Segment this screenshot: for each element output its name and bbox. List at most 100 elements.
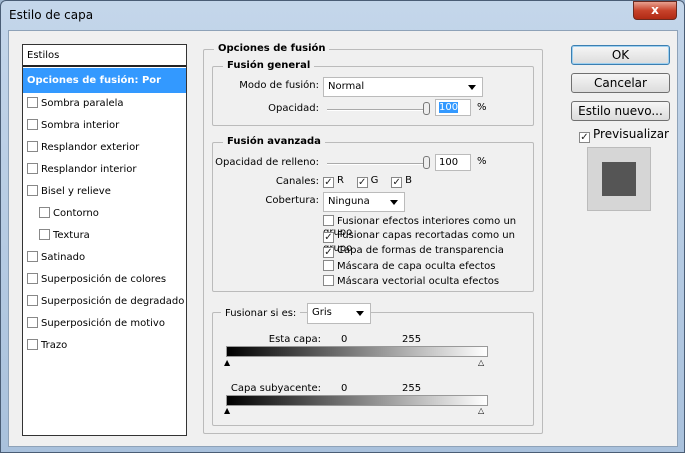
style-item-label: Sombra interior [41,120,120,131]
underlying-max: 255 [402,383,422,394]
cancel-button[interactable]: Cancelar [571,73,670,93]
channel-r-checkbox[interactable]: ✓ R [323,175,344,188]
style-item-label: Resplandor exterior [41,142,140,153]
style-item[interactable]: Trazo [23,335,186,357]
opacity-percent: % [477,102,487,113]
style-item[interactable]: Resplandor exterior [23,137,186,159]
new-style-button[interactable]: Estilo nuevo... [571,101,670,121]
this-layer-gradient [226,346,488,357]
underlying-white-slider[interactable]: △ [478,407,484,415]
this-layer-black-slider[interactable]: ▲ [224,359,230,367]
opacity-slider[interactable] [327,109,429,111]
style-item-label: Contorno [53,208,99,219]
knockout-label: Cobertura: [265,195,319,206]
style-item[interactable]: Superposición de degradado [23,291,186,313]
checkbox[interactable] [27,141,38,152]
style-item-label: Bisel y relieve [41,186,111,197]
checkbox[interactable] [27,185,38,196]
style-item-label: Superposición de motivo [41,318,165,329]
checkbox[interactable] [39,207,50,218]
blend-if-select[interactable]: Gris [307,303,371,324]
preview-square [602,162,636,196]
blend-mode-label: Modo de fusión: [239,80,319,91]
style-item[interactable]: Contorno [23,203,186,225]
channels-label: Canales: [275,176,319,187]
knockout-value: Ninguna [328,196,370,207]
style-item-label: Superposición de colores [41,274,167,285]
advanced-option-checkbox[interactable]: Máscara de capa oculta efectos [323,260,496,272]
checkbox[interactable] [27,317,38,328]
channels: ✓ R ✓ G ✓ B [323,175,412,188]
style-item[interactable]: Resplandor interior [23,159,186,181]
advanced-blending-title: Fusión avanzada [223,136,325,147]
blending-options-group: Opciones de fusión Fusión general Modo d… [203,43,543,434]
underlying-min: 0 [341,383,348,394]
blend-if-value: Gris [312,307,332,318]
style-item-label: Sombra paralela [41,98,124,109]
checkbox[interactable] [27,119,38,130]
fill-percent: % [477,156,487,167]
channel-b-checkbox[interactable]: ✓ B [391,175,412,188]
checkbox[interactable] [27,295,38,306]
option-label: Máscara vectorial oculta efectos [337,276,500,287]
chevron-down-icon [468,85,476,90]
dialog-window: Estilo de capa x Estilos Opciones de fus… [0,0,685,453]
opacity-input[interactable]: 100 [435,99,471,116]
style-item-label: Trazo [41,340,68,351]
opacity-value: 100 [439,102,459,113]
style-item[interactable]: Opciones de fusión: Por defecto [23,68,186,111]
this-layer-max: 255 [402,334,422,345]
checkbox[interactable] [27,97,38,108]
blend-mode-select[interactable]: Normal [323,77,483,97]
preview-label: Previsualizar [593,127,669,141]
opacity-label: Opacidad: [268,103,319,114]
opacity-slider-thumb[interactable] [423,102,430,115]
blend-mode-value: Normal [328,81,365,92]
preview-checkbox[interactable]: ✓ Previsualizar [579,127,669,143]
underlying-black-slider[interactable]: ▲ [224,407,230,415]
preview-swatch [587,147,651,211]
style-item[interactable]: Bisel y relieve [23,181,186,203]
blending-options-title: Opciones de fusión [214,43,330,54]
style-item-label: Textura [53,230,90,241]
window-title: Estilo de capa [9,8,94,22]
fill-opacity-slider[interactable] [327,163,429,165]
knockout-select[interactable]: Ninguna [323,192,405,212]
option-label: Capa de formas de transparencia [337,245,504,256]
ok-button[interactable]: OK [571,45,670,65]
style-item[interactable]: Superposición de motivo [23,313,186,335]
this-layer-label: Esta capa: [268,334,321,345]
channel-g-checkbox[interactable]: ✓ G [356,175,378,188]
checkbox[interactable] [27,251,38,262]
checkbox[interactable] [27,339,38,350]
fill-opacity-value: 100 [439,157,459,168]
checkbox[interactable] [27,273,38,284]
style-item[interactable]: Satinado [23,247,186,269]
styles-header[interactable]: Estilos [23,45,186,67]
style-item[interactable]: Sombra interior [23,115,186,137]
this-layer-min: 0 [341,334,348,345]
underlying-gradient [226,395,488,406]
chevron-down-icon [356,311,364,316]
fill-opacity-input[interactable]: 100 [435,154,471,171]
advanced-blending-group: Fusión avanzada Opacidad de relleno: 100… [212,136,534,292]
underlying-layer-label: Capa subyacente: [230,383,321,394]
style-item-label: Resplandor interior [41,164,137,175]
chevron-down-icon [390,200,398,205]
general-blending-group: Fusión general Modo de fusión: Normal Op… [212,60,534,126]
general-blending-title: Fusión general [223,60,315,71]
checkbox[interactable] [27,163,38,174]
fill-opacity-label: Opacidad de relleno: [215,157,319,168]
style-item[interactable]: Superposición de colores [23,269,186,291]
style-item-label: Superposición de degradado [41,296,185,307]
advanced-option-checkbox[interactable]: Máscara vectorial oculta efectos [323,275,499,287]
style-item[interactable]: Textura [23,225,186,247]
advanced-option-checkbox[interactable]: ✓ Capa de formas de transparencia [323,245,504,258]
checkbox[interactable] [39,229,50,240]
fill-opacity-slider-thumb[interactable] [423,156,430,169]
style-item-label: Satinado [41,252,86,263]
blend-if-label: Fusionar si es: [221,306,301,322]
this-layer-white-slider[interactable]: △ [478,359,484,367]
close-button[interactable]: x [633,1,677,20]
style-item[interactable]: Sombra paralela [23,93,186,115]
